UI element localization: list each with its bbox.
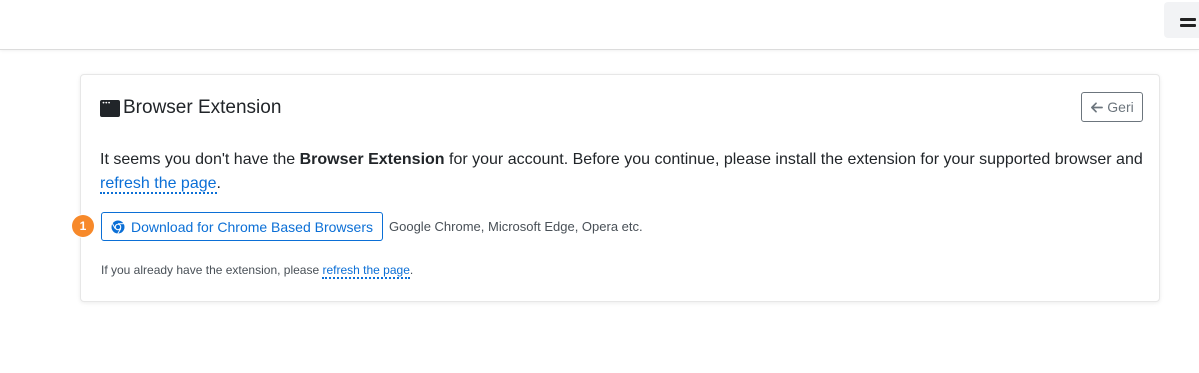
install-message: It seems you don't have the Browser Exte… [100, 148, 1150, 196]
hamburger-icon-bar [1180, 24, 1196, 27]
browser-window-icon [100, 99, 120, 117]
footnote-end: . [409, 263, 414, 277]
footnote-text: If you already have the extension, pleas… [101, 263, 323, 277]
download-button-label: Download for Chrome Based Browsers [131, 218, 373, 235]
back-button-label: Geri [1107, 99, 1134, 115]
chrome-icon [111, 220, 125, 234]
download-row: Download for Chrome Based Browsers Googl… [101, 212, 643, 241]
refresh-page-link[interactable]: refresh the page [100, 175, 217, 194]
browser-extension-card: Browser Extension Geri It seems you don'… [72, 74, 1160, 302]
footnote: If you already have the extension, pleas… [101, 263, 414, 279]
card-header: Browser Extension [100, 97, 281, 119]
arrow-left-icon [1091, 101, 1104, 113]
card-title: Browser Extension [123, 97, 282, 118]
message-bold: Browser Extension [299, 151, 445, 168]
footnote-refresh-link[interactable]: refresh the page [322, 263, 410, 279]
step-badge: 1 [72, 215, 94, 237]
message-text-2: for your account. Before you continue, p… [444, 151, 1143, 168]
back-button[interactable]: Geri [1081, 92, 1143, 122]
download-chrome-button[interactable]: Download for Chrome Based Browsers [101, 212, 383, 241]
message-text-3: . [216, 175, 221, 192]
hamburger-icon [1180, 18, 1196, 21]
top-navbar [0, 0, 1199, 50]
message-text-1: It seems you don't have the [100, 151, 300, 168]
menu-toggle-button[interactable] [1164, 2, 1199, 38]
supported-browsers-text: Google Chrome, Microsoft Edge, Opera etc… [389, 219, 643, 234]
